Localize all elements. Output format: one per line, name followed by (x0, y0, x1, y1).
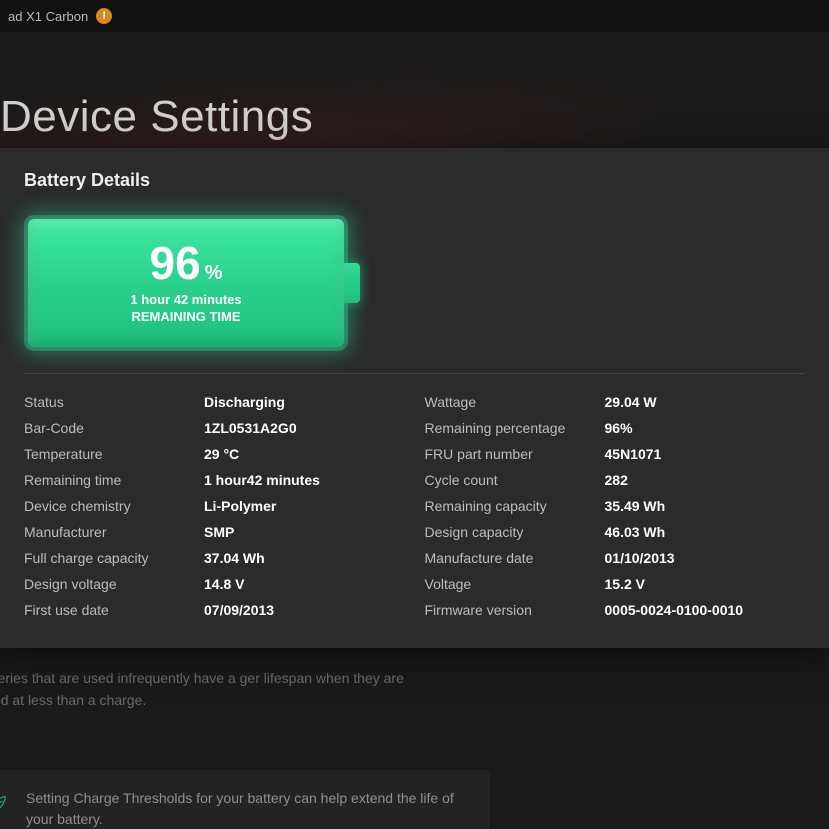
detail-label: Voltage (425, 576, 605, 592)
detail-label: Cycle count (425, 472, 605, 488)
background-paragraph: ause batteries that are used infrequentl… (0, 668, 460, 711)
battery-remaining-label: REMAINING TIME (130, 309, 241, 326)
battery-body: 96 % 1 hour 42 minutes REMAINING TIME (28, 219, 344, 347)
detail-label: Remaining capacity (425, 498, 605, 514)
detail-label: Temperature (24, 446, 204, 462)
detail-value: 46.03 Wh (605, 524, 806, 540)
detail-label: Remaining percentage (425, 420, 605, 436)
detail-value: 07/09/2013 (204, 602, 405, 618)
detail-value: 1ZL0531A2G0 (204, 420, 405, 436)
detail-label: Manufacturer (24, 524, 204, 540)
detail-value: 15.2 V (605, 576, 806, 592)
detail-value: 14.8 V (204, 576, 405, 592)
detail-value: 0005-0024-0100-0010 (605, 602, 806, 618)
detail-label: Status (24, 394, 204, 410)
battery-tip-cap (344, 263, 360, 303)
detail-value: 29.04 W (605, 394, 806, 410)
detail-value: Discharging (204, 394, 405, 410)
leaf-icon (0, 792, 10, 814)
battery-percent-number: 96 (150, 240, 201, 286)
detail-label: Remaining time (24, 472, 204, 488)
detail-label: Wattage (425, 394, 605, 410)
detail-value: 282 (605, 472, 806, 488)
battery-details-panel: Battery Details 96 % 1 hour 42 minutes R… (0, 148, 829, 648)
device-name: ad X1 Carbon (8, 9, 88, 24)
detail-label: Manufacture date (425, 550, 605, 566)
details-column-left: StatusDischargingBar-Code1ZL0531A2G0Temp… (24, 394, 405, 618)
detail-value: 1 hour42 minutes (204, 472, 405, 488)
battery-remaining-time: 1 hour 42 minutes (130, 292, 241, 309)
detail-label: Design capacity (425, 524, 605, 540)
battery-percent: 96 % (150, 240, 223, 286)
detail-value: SMP (204, 524, 405, 540)
detail-value: 45N1071 (605, 446, 806, 462)
detail-value: 01/10/2013 (605, 550, 806, 566)
detail-label: Firmware version (425, 602, 605, 618)
detail-label: FRU part number (425, 446, 605, 462)
detail-label: Bar-Code (24, 420, 204, 436)
detail-value: 35.49 Wh (605, 498, 806, 514)
detail-value: 96% (605, 420, 806, 436)
detail-label: Device chemistry (24, 498, 204, 514)
page-title: Device Settings (0, 92, 313, 142)
details-column-right: Wattage29.04 WRemaining percentage96%FRU… (425, 394, 806, 618)
battery-graphic: 96 % 1 hour 42 minutes REMAINING TIME (28, 219, 360, 347)
tip-text: Setting Charge Thresholds for your batte… (26, 790, 454, 827)
warning-icon: ! (96, 8, 112, 24)
divider (24, 373, 805, 374)
tip-card: Setting Charge Thresholds for your batte… (0, 770, 490, 829)
detail-label: Design voltage (24, 576, 204, 592)
window-titlebar: ad X1 Carbon ! (0, 0, 829, 32)
battery-percent-symbol: % (205, 263, 223, 283)
detail-value: 37.04 Wh (204, 550, 405, 566)
battery-remaining: 1 hour 42 minutes REMAINING TIME (130, 292, 241, 326)
detail-label: First use date (24, 602, 204, 618)
detail-value: 29 °C (204, 446, 405, 462)
details-grid: StatusDischargingBar-Code1ZL0531A2G0Temp… (24, 394, 805, 618)
panel-heading: Battery Details (24, 170, 805, 191)
detail-label: Full charge capacity (24, 550, 204, 566)
detail-value: Li-Polymer (204, 498, 405, 514)
